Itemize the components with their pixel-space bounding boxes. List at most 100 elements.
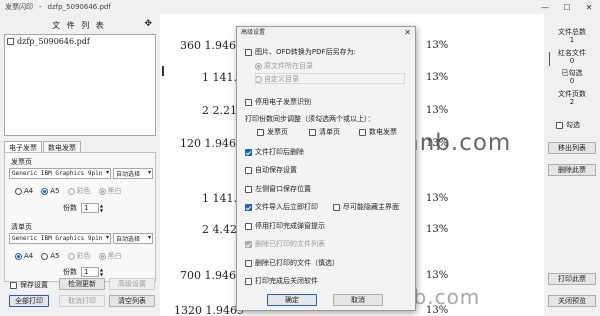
list-size-a5[interactable]: A5: [41, 252, 60, 260]
list-printer-select[interactable]: Generic IBM Graphics 9pin ▾: [9, 233, 111, 244]
hide-main-option[interactable]: 尽可能隐藏主界面: [333, 202, 399, 212]
hide-main-checkbox[interactable]: [333, 203, 340, 211]
app-title: 发票闪印: [5, 3, 33, 11]
list-section-label: 清单页: [11, 223, 32, 231]
title-bar: 发票闪印 - dzfp_5090646.pdf — ☐ ✕: [0, 0, 600, 14]
disable-tip-option[interactable]: 停用打印完成弹窗提示: [245, 221, 325, 231]
check-checkbox[interactable]: [556, 121, 563, 129]
preview-line: 700 1.9469: [180, 269, 243, 282]
convert-option[interactable]: 图片、OFD转换为PDF后另存为:: [245, 47, 356, 57]
sync-invoice-option[interactable]: 发票页: [257, 127, 288, 137]
scroll-mark: [549, 52, 550, 66]
remember-pos-checkbox[interactable]: [245, 185, 252, 193]
same-dir-option[interactable]: 原文件所在目录: [255, 61, 313, 71]
list-size-a4[interactable]: A4: [15, 252, 33, 260]
invoice-size-a5[interactable]: A5: [41, 187, 60, 195]
chevron-down-icon: ▾: [105, 234, 109, 241]
auto-save-option[interactable]: 自动保存设置: [245, 165, 297, 175]
invoice-copies-input[interactable]: 1: [81, 203, 99, 213]
list-color-color[interactable]: 彩色: [67, 251, 91, 261]
cancel-print-button[interactable]: 取消打印: [59, 295, 105, 307]
check-update-button[interactable]: 检测更新: [59, 278, 105, 290]
sync-digital-option[interactable]: 数电发票: [359, 127, 397, 137]
red-files-label: 红名文件: [558, 49, 586, 57]
file-list-item[interactable]: dzfp_5090646.pdf: [7, 37, 153, 46]
preview-percent: 13%: [426, 105, 449, 116]
check-toggle[interactable]: 勾选: [556, 120, 580, 130]
invoice-color-color[interactable]: 彩色: [67, 186, 91, 196]
checked-files-label: 已勾选: [561, 69, 583, 77]
print-ticket-button[interactable]: 打印此票: [548, 273, 596, 285]
preview-percent: 13%: [426, 224, 449, 235]
file-checkbox[interactable]: [7, 38, 14, 45]
custom-dir-input[interactable]: [255, 73, 405, 84]
disable-ocr-checkbox[interactable]: [245, 98, 252, 106]
file-name: dzfp_5090646.pdf: [17, 37, 90, 46]
sync-invoice-checkbox[interactable]: [257, 128, 264, 136]
disable-ocr-option[interactable]: 停用电子发票识别: [245, 97, 311, 107]
maximize-icon[interactable]: ☐: [556, 0, 578, 14]
save-settings-checkbox[interactable]: [10, 281, 17, 289]
radio-icon: [15, 252, 22, 260]
list-copies-input[interactable]: 1: [81, 267, 99, 277]
invoice-printer-select[interactable]: Generic IBM Graphics 9pin ▾: [9, 168, 111, 179]
sync-digital-checkbox[interactable]: [359, 128, 366, 136]
list-mode-value: 自动选择: [116, 236, 141, 243]
delete-printed-list-checkbox[interactable]: [245, 240, 252, 248]
close-preview-button[interactable]: 关闭预览: [548, 295, 596, 307]
chevron-down-icon[interactable]: ▼: [100, 208, 103, 213]
chevron-down-icon[interactable]: ▼: [100, 272, 103, 277]
total-files-label: 文件总数: [558, 28, 586, 36]
convert-label: 图片、OFD转换为PDF后另存为:: [255, 48, 356, 56]
auto-save-checkbox[interactable]: [245, 166, 252, 174]
sync-list-label: 清单页: [319, 128, 340, 136]
invoice-color-bw-label: 黑白: [107, 187, 122, 195]
auto-delete-option[interactable]: 文件打印后删除: [245, 147, 304, 157]
save-settings-check[interactable]: 保存设置: [10, 280, 48, 290]
file-list[interactable]: dzfp_5090646.pdf: [4, 34, 156, 136]
advanced-settings-dialog: 高级设置 ✕ 图片、OFD转换为PDF后另存为: 原文件所在目录 自定义目录 停…: [236, 26, 416, 311]
print-settings-panel: 发票页 Generic IBM Graphics 9pin ▾ 自动选择 ▾ A…: [4, 152, 156, 282]
auto-delete-checkbox[interactable]: [245, 148, 252, 156]
ok-button[interactable]: 确定: [267, 294, 317, 306]
invoice-color-bw[interactable]: 黑白: [98, 186, 122, 196]
print-all-button[interactable]: 全部打印: [9, 295, 49, 307]
total-files-value: 1: [569, 36, 575, 44]
convert-checkbox[interactable]: [245, 48, 252, 56]
sync-list-option[interactable]: 清单页: [309, 127, 340, 137]
close-after-option[interactable]: 打印完成后关闭软件: [245, 276, 318, 286]
minimize-icon[interactable]: —: [534, 0, 556, 14]
invoice-mode-select[interactable]: 自动选择 ▾: [113, 168, 153, 179]
delete-ticket-button[interactable]: 删除此票: [548, 164, 596, 176]
delete-printed-files-option[interactable]: 删除已打印的文件（慎选）: [245, 258, 339, 268]
invoice-size-a4[interactable]: A4: [15, 187, 33, 195]
auto-print-option[interactable]: 文件导入后立即打印: [245, 202, 318, 212]
list-mode-select[interactable]: 自动选择 ▾: [113, 233, 153, 244]
right-panel: 文件总数 1 红名文件 0 已勾选 0 文件页数 2 勾选 移出列表 删除此票 …: [544, 14, 600, 316]
cancel-button[interactable]: 取消: [333, 294, 383, 306]
invoice-size-a5-label: A5: [50, 187, 60, 195]
clear-list-button[interactable]: 清空列表: [109, 295, 155, 307]
sync-list-checkbox[interactable]: [309, 128, 316, 136]
dialog-title: 高级设置: [241, 29, 266, 36]
list-color-color-label: 彩色: [76, 252, 91, 260]
invoice-color-color-label: 彩色: [76, 187, 91, 195]
move-icon[interactable]: ✥: [144, 19, 152, 29]
invoice-copies-stepper[interactable]: ▲ ▼: [100, 203, 103, 213]
list-size-a4-label: A4: [24, 252, 34, 260]
advanced-settings-button[interactable]: 高级设置: [109, 278, 155, 290]
delete-printed-files-checkbox[interactable]: [245, 259, 252, 267]
move-out-list-button[interactable]: 移出列表: [548, 142, 596, 154]
close-icon[interactable]: ✕: [578, 0, 600, 14]
list-size-a5-label: A5: [50, 252, 60, 260]
auto-print-checkbox[interactable]: [245, 203, 252, 211]
list-copies-stepper[interactable]: ▲ ▼: [100, 267, 103, 277]
list-copies-label: 份数: [63, 268, 77, 276]
invoice-size-a4-label: A4: [24, 187, 34, 195]
disable-tip-checkbox[interactable]: [245, 222, 252, 230]
delete-printed-list-option[interactable]: 删除已打印的文件列表: [245, 239, 325, 249]
close-after-checkbox[interactable]: [245, 277, 252, 285]
list-color-bw[interactable]: 黑白: [98, 251, 122, 261]
close-icon[interactable]: ✕: [404, 27, 411, 39]
remember-pos-option[interactable]: 左侧窗口保存位置: [245, 184, 311, 194]
